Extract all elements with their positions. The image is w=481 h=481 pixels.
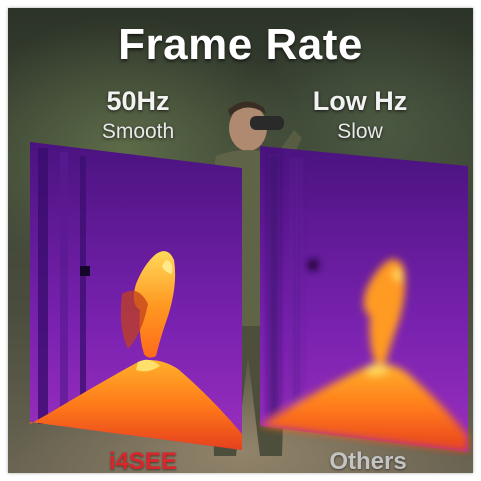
others-label: Others bbox=[329, 448, 407, 473]
i4see-label: i4SEE bbox=[108, 448, 178, 473]
right-heading: Low Hz bbox=[312, 86, 408, 116]
page-title: Frame Rate bbox=[118, 20, 363, 69]
left-heading: 50Hz bbox=[106, 86, 170, 116]
thermal-image-low-hz bbox=[260, 146, 468, 452]
frame-rate-comparison-image: Frame Rate 50Hz Smooth Low Hz Slow i4SEE… bbox=[8, 8, 473, 473]
thermal-image-50hz bbox=[30, 142, 242, 450]
